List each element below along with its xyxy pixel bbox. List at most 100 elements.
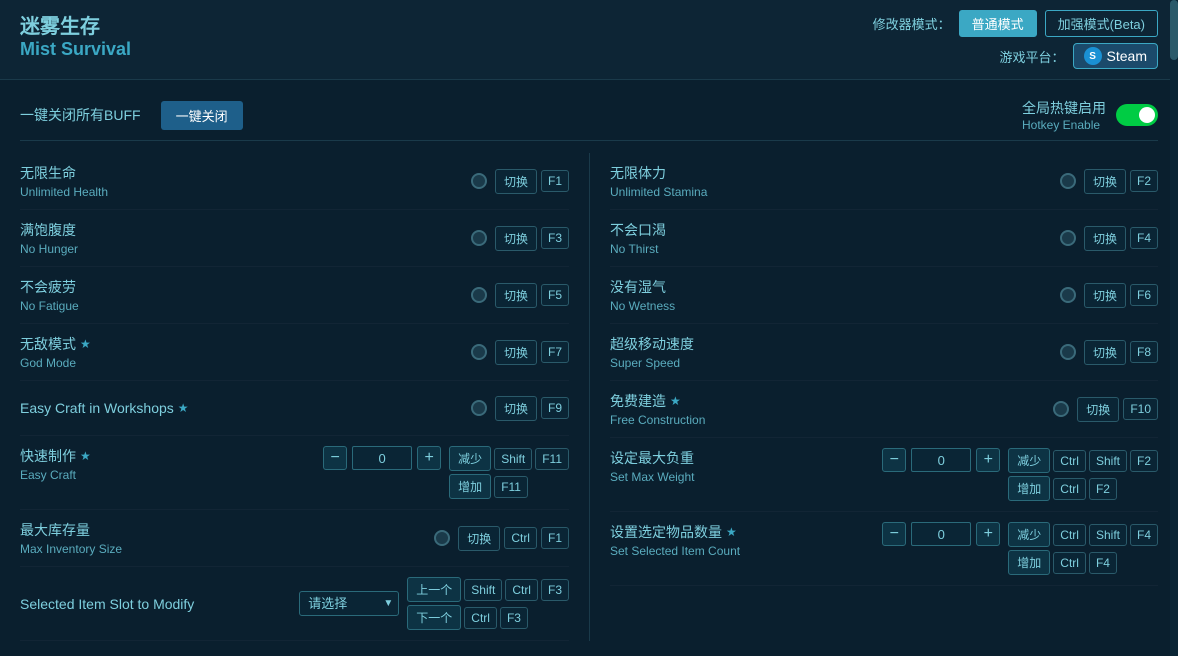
no-thirst-toggle[interactable] <box>1060 230 1076 246</box>
close-all-button[interactable]: 一键关闭 <box>161 101 243 130</box>
set-max-weight-plus[interactable]: + <box>976 448 1000 472</box>
max-inventory-f1-key[interactable]: F1 <box>541 527 569 549</box>
easy-craft-input[interactable] <box>352 446 412 470</box>
set-item-count-shift-dec[interactable]: Shift <box>1089 524 1127 546</box>
header: 迷雾生存 Mist Survival 修改器模式： 普通模式 加强模式(Beta… <box>0 0 1178 80</box>
normal-mode-button[interactable]: 普通模式 <box>959 10 1037 37</box>
unlimited-health-hotkey[interactable]: F1 <box>541 170 569 192</box>
unlimited-stamina-hotkey[interactable]: F2 <box>1130 170 1158 192</box>
set-max-weight-minus[interactable]: − <box>882 448 906 472</box>
set-item-count-plus[interactable]: + <box>976 522 1000 546</box>
one-click-section: 一键关闭所有BUFF 一键关闭 <box>20 101 243 130</box>
easy-craft-info: 快速制作 ★ Easy Craft <box>20 446 315 482</box>
set-item-count-f4-inc[interactable]: F4 <box>1089 552 1117 574</box>
god-mode-info: 无敌模式 ★ God Mode <box>20 334 463 370</box>
god-mode-en: God Mode <box>20 356 463 370</box>
god-mode-hotkey[interactable]: F7 <box>541 341 569 363</box>
easy-craft-stepper: − + <box>323 446 441 470</box>
item-slot-ctrl-next[interactable]: Ctrl <box>464 607 497 629</box>
easy-craft-workshop-hotkey[interactable]: F9 <box>541 397 569 419</box>
easy-craft-workshop-row: Easy Craft in Workshops ★ 切换 F9 <box>20 381 569 436</box>
unlimited-stamina-toggle[interactable] <box>1060 173 1076 189</box>
set-item-count-dec-label[interactable]: 减少 <box>1008 522 1050 547</box>
set-max-weight-inc-label[interactable]: 增加 <box>1008 476 1050 501</box>
super-speed-toggle[interactable] <box>1060 344 1076 360</box>
item-slot-next-label[interactable]: 下一个 <box>407 605 461 630</box>
set-item-count-inc-label[interactable]: 增加 <box>1008 550 1050 575</box>
easy-craft-f11-inc-key[interactable]: F11 <box>494 476 528 498</box>
easy-craft-inc-label[interactable]: 增加 <box>449 474 491 499</box>
unlimited-health-row: 无限生命 Unlimited Health 切换 F1 <box>20 153 569 210</box>
no-wetness-hotkey[interactable]: F6 <box>1130 284 1158 306</box>
set-max-weight-shift-dec[interactable]: Shift <box>1089 450 1127 472</box>
set-max-weight-f2-dec[interactable]: F2 <box>1130 450 1158 472</box>
set-max-weight-dec-label[interactable]: 减少 <box>1008 448 1050 473</box>
easy-craft-plus[interactable]: + <box>417 446 441 470</box>
easy-craft-f11-dec-key[interactable]: F11 <box>535 448 569 470</box>
max-inventory-ctrl-key[interactable]: Ctrl <box>504 527 537 549</box>
easy-craft-workshop-switch-btn[interactable]: 切换 <box>495 396 537 421</box>
item-slot-prev-label[interactable]: 上一个 <box>407 577 461 602</box>
easy-craft-workshop-toggle[interactable] <box>471 400 487 416</box>
no-hunger-hotkey[interactable]: F3 <box>541 227 569 249</box>
steam-button[interactable]: S Steam <box>1073 43 1158 69</box>
free-construction-switch-btn[interactable]: 切换 <box>1077 397 1119 422</box>
unlimited-stamina-switch-btn[interactable]: 切换 <box>1084 169 1126 194</box>
item-slot-ctrl-prev[interactable]: Ctrl <box>505 579 538 601</box>
unlimited-health-toggle[interactable] <box>471 173 487 189</box>
set-max-weight-ctrl-inc[interactable]: Ctrl <box>1053 478 1086 500</box>
max-inventory-switch-btn[interactable]: 切换 <box>458 526 500 551</box>
max-inventory-toggle[interactable] <box>434 530 450 546</box>
god-mode-switch-btn[interactable]: 切换 <box>495 340 537 365</box>
no-wetness-switch-btn[interactable]: 切换 <box>1084 283 1126 308</box>
set-item-count-ctrl-dec[interactable]: Ctrl <box>1053 524 1086 546</box>
beta-mode-button[interactable]: 加强模式(Beta) <box>1045 10 1158 37</box>
set-max-weight-ctrl-dec[interactable]: Ctrl <box>1053 450 1086 472</box>
super-speed-switch-btn[interactable]: 切换 <box>1084 340 1126 365</box>
no-fatigue-row: 不会疲劳 No Fatigue 切换 F5 <box>20 267 569 324</box>
no-fatigue-switch-btn[interactable]: 切换 <box>495 283 537 308</box>
hotkey-labels: 全局热键启用 Hotkey Enable <box>1022 98 1106 132</box>
no-wetness-toggle[interactable] <box>1060 287 1076 303</box>
god-mode-cn: 无敌模式 ★ <box>20 334 463 354</box>
set-item-count-info: 设置选定物品数量 ★ Set Selected Item Count <box>610 522 874 558</box>
item-slot-f3-prev[interactable]: F3 <box>541 579 569 601</box>
main-content: 一键关闭所有BUFF 一键关闭 全局热键启用 Hotkey Enable 无限生… <box>0 80 1178 656</box>
set-item-count-ctrl-inc[interactable]: Ctrl <box>1053 552 1086 574</box>
scrollbar-thumb[interactable] <box>1170 0 1178 60</box>
free-construction-row: 免费建造 ★ Free Construction 切换 F10 <box>610 381 1158 438</box>
set-item-count-f4-dec[interactable]: F4 <box>1130 524 1158 546</box>
no-fatigue-controls: 切换 F5 <box>495 283 569 308</box>
easy-craft-row: 快速制作 ★ Easy Craft − + 减少 Shift F11 <box>20 436 569 510</box>
hotkey-toggle[interactable] <box>1116 104 1158 126</box>
no-hunger-switch-btn[interactable]: 切换 <box>495 226 537 251</box>
title-chinese: 迷雾生存 <box>20 10 131 39</box>
no-hunger-toggle[interactable] <box>471 230 487 246</box>
set-max-weight-f2-inc[interactable]: F2 <box>1089 478 1117 500</box>
easy-craft-shift-key[interactable]: Shift <box>494 448 532 470</box>
no-hunger-en: No Hunger <box>20 242 463 256</box>
easy-craft-dec-label[interactable]: 减少 <box>449 446 491 471</box>
easy-craft-dec-row: 减少 Shift F11 <box>449 446 569 471</box>
no-wetness-info: 没有湿气 No Wetness <box>610 277 1052 313</box>
set-item-count-input[interactable] <box>911 522 971 546</box>
max-inventory-row: 最大库存量 Max Inventory Size 切换 Ctrl F1 <box>20 510 569 567</box>
super-speed-hotkey[interactable]: F8 <box>1130 341 1158 363</box>
no-fatigue-toggle[interactable] <box>471 287 487 303</box>
no-fatigue-cn: 不会疲劳 <box>20 277 463 297</box>
no-thirst-switch-btn[interactable]: 切换 <box>1084 226 1126 251</box>
item-slot-shift-key[interactable]: Shift <box>464 579 502 601</box>
easy-craft-minus[interactable]: − <box>323 446 347 470</box>
no-thirst-hotkey[interactable]: F4 <box>1130 227 1158 249</box>
set-max-weight-input[interactable] <box>911 448 971 472</box>
no-fatigue-hotkey[interactable]: F5 <box>541 284 569 306</box>
item-slot-select[interactable]: 请选择 <box>299 591 399 616</box>
set-item-count-hotkeys: 减少 Ctrl Shift F4 增加 Ctrl F4 <box>1008 522 1158 575</box>
god-mode-toggle[interactable] <box>471 344 487 360</box>
unlimited-health-switch-btn[interactable]: 切换 <box>495 169 537 194</box>
item-slot-f3-next[interactable]: F3 <box>500 607 528 629</box>
set-item-count-minus[interactable]: − <box>882 522 906 546</box>
free-construction-toggle[interactable] <box>1053 401 1069 417</box>
easy-craft-hotkeys: 减少 Shift F11 增加 F11 <box>449 446 569 499</box>
free-construction-hotkey[interactable]: F10 <box>1123 398 1158 420</box>
